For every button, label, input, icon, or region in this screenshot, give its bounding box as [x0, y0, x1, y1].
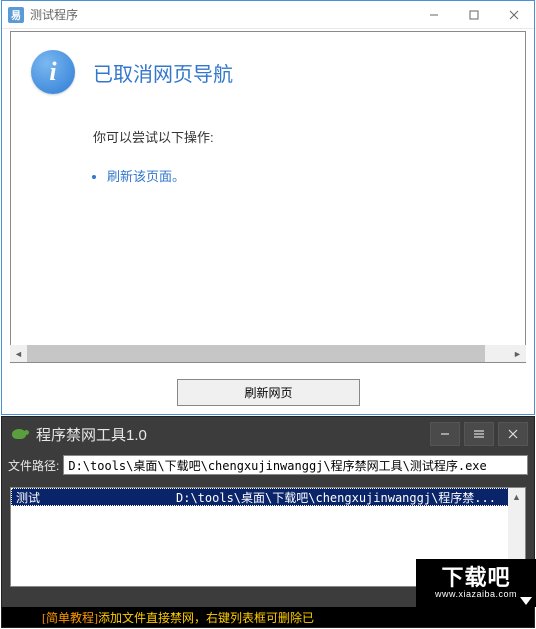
info-icon: i: [31, 50, 75, 94]
test-program-window: 易 测试程序 i 已取消网页导航 你可以尝试以下操作: 刷新该页面。 ◄ ► 刷…: [1, 0, 535, 415]
maximize-button[interactable]: [454, 1, 494, 29]
error-heading: 已取消网页导航: [93, 58, 505, 87]
horizontal-scrollbar[interactable]: ◄ ►: [10, 345, 526, 362]
menu-button[interactable]: [464, 422, 494, 446]
titlebar[interactable]: 易 测试程序: [2, 1, 534, 29]
watermark-logo: 下载吧 www.xiazaiba.com: [416, 559, 536, 607]
window-controls: [430, 422, 534, 446]
minimize-button[interactable]: [430, 422, 460, 446]
status-bar: [简单教程]添加文件直接禁网，右键列表框可删除已: [2, 607, 534, 627]
turtle-icon: [10, 427, 28, 441]
close-button[interactable]: [494, 1, 534, 29]
refresh-webpage-button[interactable]: 刷新网页: [177, 379, 360, 406]
list-item[interactable]: 测试 D:\tools\桌面\下载吧\chengxujinwanggj\程序禁.…: [11, 488, 525, 506]
error-subtext: 你可以尝试以下操作:: [93, 127, 505, 146]
scroll-left-arrow-icon[interactable]: ◄: [10, 345, 27, 362]
window-title: 测试程序: [30, 6, 414, 23]
titlebar[interactable]: 程序禁网工具1.0: [2, 417, 534, 451]
scroll-track[interactable]: [27, 345, 509, 362]
minimize-button[interactable]: [414, 1, 454, 29]
file-path-row: 文件路径:: [2, 451, 534, 479]
status-text: [简单教程]添加文件直接禁网，右键列表框可删除已: [2, 609, 314, 626]
browser-pane: i 已取消网页导航 你可以尝试以下操作: 刷新该页面。: [10, 31, 526, 363]
file-path-input[interactable]: [63, 455, 528, 475]
app-icon: 易: [8, 7, 24, 23]
scroll-right-arrow-icon[interactable]: ►: [509, 345, 526, 362]
download-arrow-icon: [520, 597, 532, 605]
window-title: 程序禁网工具1.0: [36, 424, 430, 445]
file-path-label: 文件路径:: [8, 457, 59, 474]
list-item-name: 测试: [16, 489, 176, 506]
refresh-page-link[interactable]: 刷新该页面。: [107, 166, 505, 185]
window-controls: [414, 1, 534, 29]
scroll-up-arrow-icon[interactable]: ▲: [508, 488, 525, 505]
close-button[interactable]: [498, 422, 528, 446]
navigation-error: i 已取消网页导航 你可以尝试以下操作: 刷新该页面。: [11, 32, 525, 185]
scroll-thumb[interactable]: [27, 345, 485, 362]
list-item-path: D:\tools\桌面\下载吧\chengxujinwanggj\程序禁...: [176, 489, 520, 506]
